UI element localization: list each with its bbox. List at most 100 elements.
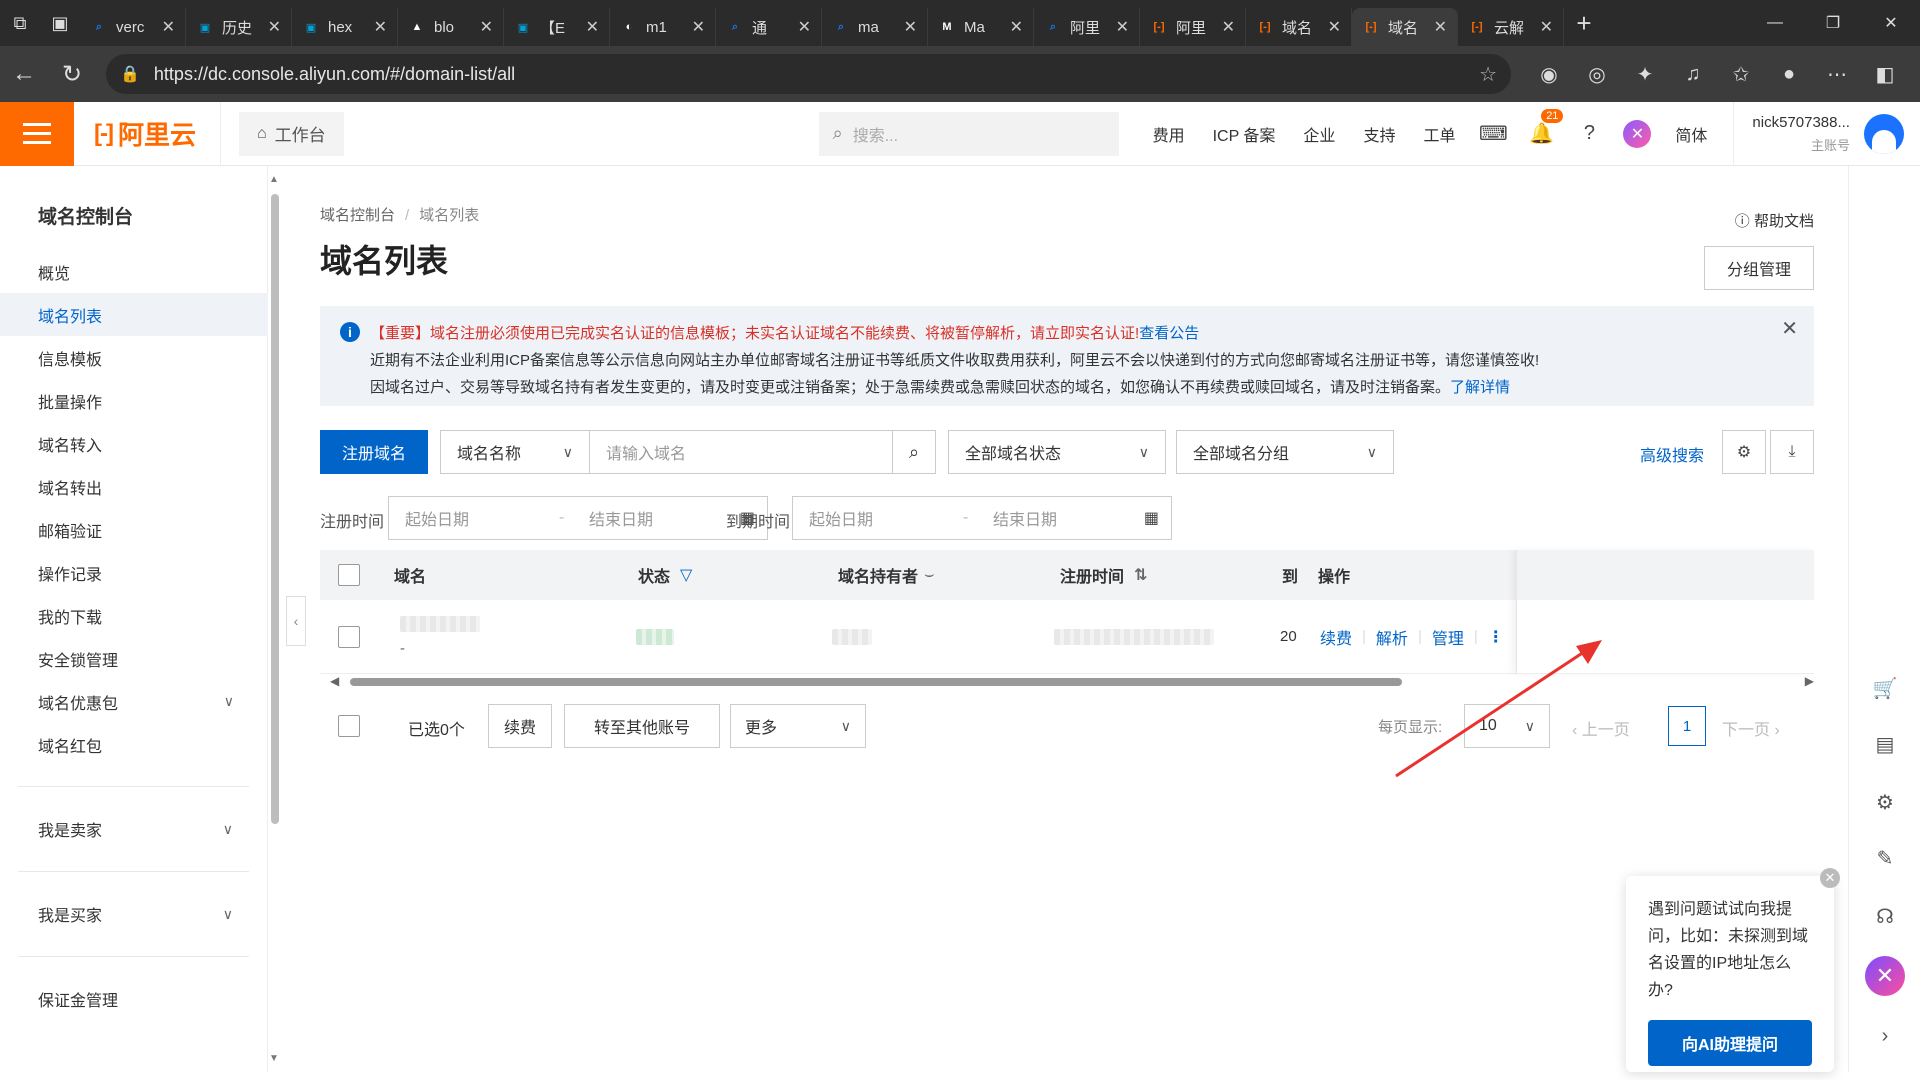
calendar-icon[interactable]: ▦ — [1144, 508, 1159, 528]
browser-tab[interactable]: ▲ blo ✕ — [398, 8, 504, 46]
minimize-icon[interactable]: — — [1746, 0, 1804, 46]
sidebar-group-seller[interactable]: 我是卖家 ∨ — [0, 807, 267, 851]
notification-bell-icon[interactable]: 🔔 21 — [1517, 109, 1565, 146]
sidebar-item[interactable]: 概览 — [0, 250, 268, 293]
domain-search-input[interactable]: 请输入域名 — [589, 430, 893, 474]
row-checkbox[interactable] — [338, 625, 360, 648]
menu-icon[interactable] — [0, 101, 74, 166]
extensions-puzzle-icon[interactable]: ✦ — [1621, 50, 1669, 98]
next-page-button[interactable]: 下一页 › — [1722, 716, 1780, 740]
header-link-support[interactable]: 支持 — [1349, 122, 1409, 146]
exp-start-date[interactable]: 起始日期 — [793, 506, 963, 530]
expand-rail-icon[interactable]: › — [1863, 1014, 1907, 1058]
close-tab-icon[interactable]: ✕ — [1116, 17, 1129, 37]
group-filter-select[interactable]: 全部域名分组 ∨ — [1176, 430, 1394, 474]
notice-announcement-link[interactable]: 查看公告 — [1139, 325, 1199, 342]
help-doc-link[interactable]: ⓘ 帮助文档 — [1735, 210, 1814, 231]
close-tab-icon[interactable]: ✕ — [1434, 17, 1447, 37]
avatar[interactable] — [1863, 113, 1904, 154]
help-icon[interactable]: ? — [1565, 122, 1613, 145]
search-field-select[interactable]: 域名名称 ∨ — [440, 430, 590, 474]
scroll-down-icon[interactable]: ▼ — [269, 1053, 279, 1064]
close-tab-icon[interactable]: ✕ — [798, 17, 811, 37]
sidebar-item[interactable]: 我的下载 — [0, 594, 268, 637]
sidebar-item[interactable]: 域名优惠包 ∨ — [0, 680, 268, 723]
sidebar-item[interactable]: 域名转入 — [0, 422, 268, 465]
browser-tab[interactable]: ⌕ verc ✕ — [80, 8, 186, 46]
favorites-icon[interactable]: ✩ — [1717, 50, 1765, 98]
reload-icon[interactable]: ↻ — [48, 50, 96, 98]
close-tab-icon[interactable]: ✕ — [1010, 17, 1023, 37]
breadcrumb-item-console[interactable]: 域名控制台 — [320, 207, 395, 224]
browser-tab[interactable]: ◐ m1 ✕ — [610, 8, 716, 46]
notice-learn-more-link[interactable]: 了解详情 — [1450, 379, 1510, 396]
close-tab-icon[interactable]: ✕ — [1222, 17, 1235, 37]
close-tab-icon[interactable]: ✕ — [480, 17, 493, 37]
transfer-account-button[interactable]: 转至其他账号 — [564, 704, 720, 748]
sidebar-group-deposit[interactable]: 保证金管理 — [0, 977, 267, 1021]
profile-icon[interactable]: ● — [1765, 50, 1813, 98]
header-link-enterprise[interactable]: 企业 — [1289, 122, 1349, 146]
browser-tab[interactable]: ▣ 【E ✕ — [504, 8, 610, 46]
footer-select-all-checkbox[interactable] — [338, 715, 360, 737]
ask-ai-button[interactable]: 向AI助理提问 — [1648, 1020, 1812, 1066]
ai-assistant-button[interactable]: ✕ — [1865, 956, 1905, 996]
scroll-up-icon[interactable]: ▲ — [269, 174, 279, 185]
header-link-icp[interactable]: ICP 备案 — [1199, 122, 1290, 146]
workspaces-icon[interactable]: ⧉ — [0, 0, 40, 46]
read-aloud-icon[interactable]: ♫ — [1669, 50, 1717, 98]
advanced-search-link[interactable]: 高级搜索 — [1640, 442, 1704, 466]
browser-tab[interactable]: ▣ hex ✕ — [292, 8, 398, 46]
new-tab-button[interactable]: + — [1564, 0, 1604, 46]
browser-tab[interactable]: [-] 域名 ✕ — [1352, 8, 1458, 46]
domain-name-blurred[interactable] — [400, 616, 480, 632]
browser-tab[interactable]: [-] 域名 ✕ — [1246, 8, 1352, 46]
back-icon[interactable]: ← — [0, 50, 48, 98]
sidebar-item[interactable]: 安全锁管理 — [0, 637, 268, 680]
browser-tab[interactable]: ⌕ 阿里 ✕ — [1034, 8, 1140, 46]
sidebar-scrollbar[interactable]: ▲ ▼ — [269, 174, 281, 1064]
lock-icon[interactable]: 🔒 — [120, 64, 140, 84]
favorite-star-icon[interactable]: ☆ — [1479, 62, 1497, 87]
sidebar-item[interactable]: 信息模板 — [0, 336, 268, 379]
renew-link[interactable]: 续费 — [1320, 625, 1352, 649]
document-icon[interactable]: ▤ — [1863, 722, 1907, 766]
url-text[interactable]: https://dc.console.aliyun.com/#/domain-l… — [154, 64, 1479, 85]
sidebar-group-buyer[interactable]: 我是买家 ∨ — [0, 892, 267, 936]
close-tab-icon[interactable]: ✕ — [1540, 17, 1553, 37]
global-search-input[interactable]: ⌕ 搜索... — [818, 111, 1119, 156]
sidebar-item[interactable]: 域名红包 — [0, 723, 268, 766]
page-number-current[interactable]: 1 — [1668, 706, 1706, 746]
close-tab-icon[interactable]: ✕ — [692, 17, 705, 37]
register-domain-button[interactable]: 注册域名 — [320, 430, 428, 474]
customer-service-icon[interactable]: ☊ — [1863, 894, 1907, 938]
browser-tab[interactable]: ⌕ ma ✕ — [822, 8, 928, 46]
batch-renew-button[interactable]: 续费 — [488, 704, 552, 748]
eye-closed-icon[interactable]: ⌣ — [924, 566, 935, 584]
sidebar-toggle-icon[interactable]: ◧ — [1861, 50, 1909, 98]
group-manage-button[interactable]: 分组管理 — [1704, 246, 1814, 290]
ai-assistant-icon[interactable]: ✕ — [1613, 119, 1661, 148]
close-tab-icon[interactable]: ✕ — [586, 17, 599, 37]
language-switch[interactable]: 简体 — [1661, 122, 1721, 146]
sort-icon[interactable]: ⇅ — [1134, 565, 1147, 585]
browser-tab[interactable]: [-] 阿里 ✕ — [1140, 8, 1246, 46]
close-tab-icon[interactable]: ✕ — [1328, 17, 1341, 37]
url-field[interactable]: 🔒 https://dc.console.aliyun.com/#/domain… — [106, 54, 1511, 94]
workbench-button[interactable]: ⌂ 工作台 — [238, 111, 344, 156]
terminal-icon[interactable]: ⌨ — [1469, 121, 1517, 146]
scroll-right-icon[interactable]: ▶ — [1805, 674, 1814, 688]
close-tab-icon[interactable]: ✕ — [268, 17, 281, 37]
sidebar-item[interactable]: 邮箱验证 — [0, 508, 268, 551]
reg-date-range[interactable]: 起始日期 - 结束日期 ▦ — [388, 496, 768, 540]
sidebar-item[interactable]: 域名转出 — [0, 465, 268, 508]
download-icon[interactable]: ⤓ — [1770, 430, 1814, 474]
sidebar-collapse-button[interactable]: ‹ — [286, 596, 306, 646]
status-filter-select[interactable]: 全部域名状态 ∨ — [948, 430, 1166, 474]
tooltip-close-icon[interactable]: ✕ — [1820, 868, 1840, 888]
browser-tab[interactable]: M Ma ✕ — [928, 8, 1034, 46]
sidebar-item[interactable]: 批量操作 — [0, 379, 268, 422]
settings-icon[interactable]: ⚙ — [1863, 780, 1907, 824]
cart-icon[interactable]: 🛒 — [1863, 666, 1907, 710]
close-tab-icon[interactable]: ✕ — [162, 17, 175, 37]
